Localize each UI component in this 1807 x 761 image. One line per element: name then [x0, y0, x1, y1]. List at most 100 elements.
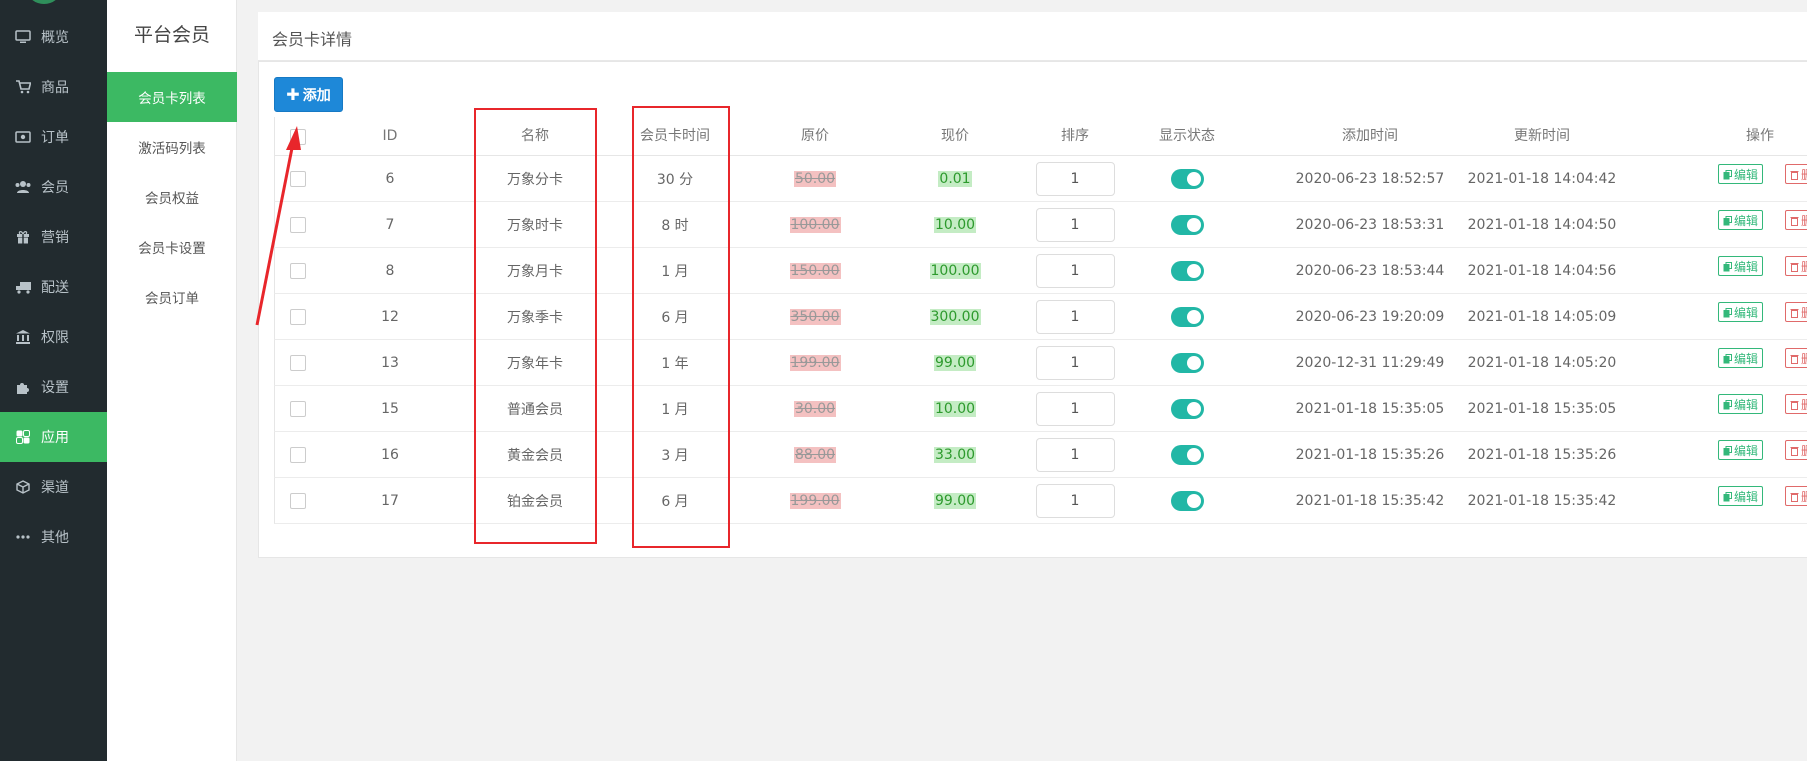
sidebar-item-label: 配送 — [41, 280, 69, 296]
submenu-title: 平台会员 — [133, 24, 210, 46]
row-checkbox[interactable] — [290, 401, 306, 417]
duration-cell: 6 月 — [661, 494, 689, 510]
sidebar-item-channels[interactable]: 渠道 — [0, 462, 107, 512]
column-header-visible: 显示状态 — [1159, 128, 1215, 144]
edit-button[interactable]: 编辑 — [1718, 210, 1764, 230]
sort-input[interactable] — [1035, 438, 1115, 472]
delete-button[interactable]: 删除 — [1785, 348, 1807, 368]
id-cell: 16 — [381, 447, 399, 463]
row-checkbox[interactable] — [290, 217, 306, 233]
edit-button[interactable]: 编辑 — [1718, 348, 1764, 368]
sidebar-item-orders[interactable]: 订单 — [0, 112, 107, 162]
name-cell: 铂金会员 — [507, 494, 563, 510]
original-price: 350.00 — [789, 309, 841, 325]
visibility-toggle[interactable] — [1170, 215, 1204, 235]
current-price: 300.00 — [929, 309, 981, 325]
visibility-toggle[interactable] — [1170, 491, 1204, 511]
row-checkbox-cell — [283, 248, 313, 294]
sort-input[interactable] — [1035, 392, 1115, 426]
sidebar-item-label: 渠道 — [41, 480, 69, 496]
row-checkbox[interactable] — [290, 355, 306, 371]
updated-time-cell: 2021-01-18 15:35:26 — [1467, 447, 1617, 463]
select-all-checkbox[interactable] — [290, 128, 306, 145]
sidebar-item-delivery[interactable]: 配送 — [0, 262, 107, 312]
add-button[interactable]: ✚ 添加 — [274, 77, 343, 112]
row-checkbox[interactable] — [290, 171, 306, 187]
sort-input[interactable] — [1035, 254, 1115, 288]
submenu-item-member-benefits[interactable]: 会员权益 — [107, 172, 237, 222]
edit-button[interactable]: 编辑 — [1718, 256, 1764, 276]
submenu-item-card-list[interactable]: 会员卡列表 — [107, 72, 237, 122]
delete-button[interactable]: 删除 — [1785, 440, 1807, 460]
visibility-toggle[interactable] — [1170, 399, 1204, 419]
delete-button[interactable]: 删除 — [1785, 164, 1807, 184]
delete-button-label: 删除 — [1801, 396, 1807, 413]
original-price-cell: 199.00 — [760, 340, 870, 386]
sort-input[interactable] — [1035, 484, 1115, 518]
current-price: 33.00 — [933, 447, 977, 463]
sidebar-item-other[interactable]: 其他 — [0, 512, 107, 562]
edit-icon — [1723, 215, 1732, 226]
sort-input[interactable] — [1035, 300, 1115, 334]
sidebar-item-apps[interactable]: 应用 — [0, 412, 107, 462]
original-price-cell: 350.00 — [760, 294, 870, 340]
original-price-cell: 88.00 — [760, 432, 870, 478]
submenu-item-activation-codes[interactable]: 激活码列表 — [107, 122, 237, 172]
visibility-toggle[interactable] — [1170, 169, 1204, 189]
visibility-toggle[interactable] — [1170, 307, 1204, 327]
column-header-original-price: 原价 — [801, 128, 829, 144]
delete-button[interactable]: 删除 — [1785, 302, 1807, 322]
trash-icon — [1790, 215, 1799, 226]
card-body: ✚ 添加 ID 名称 会员卡时间 原价 现价 排序 显示状态 添加时间 更新时间… — [258, 61, 1807, 558]
sort-input[interactable] — [1035, 346, 1115, 380]
edit-icon — [1723, 169, 1732, 180]
current-price: 99.00 — [933, 355, 977, 371]
visibility-toggle[interactable] — [1170, 353, 1204, 373]
row-checkbox[interactable] — [290, 493, 306, 509]
actions-cell: 编辑 删除 — [1665, 432, 1807, 478]
duration-cell: 6 月 — [661, 310, 689, 326]
row-checkbox-cell — [283, 386, 313, 432]
sidebar-item-label: 权限 — [41, 330, 69, 346]
submenu-item-member-orders[interactable]: 会员订单 — [107, 272, 237, 322]
sort-input[interactable] — [1035, 208, 1115, 242]
row-checkbox[interactable] — [290, 447, 306, 463]
row-checkbox[interactable] — [290, 309, 306, 325]
visibility-toggle[interactable] — [1170, 445, 1204, 465]
sort-cell — [1020, 156, 1130, 202]
table-row: 15 普通会员 1 月 30.00 10.00 2021-01-18 15:35:05 20… — [274, 386, 1807, 432]
edit-button[interactable]: 编辑 — [1718, 440, 1764, 460]
add-button-label: 添加 — [302, 87, 331, 104]
sidebar-item-overview[interactable]: 概览 — [0, 12, 107, 62]
sidebar-item-marketing[interactable]: 营销 — [0, 212, 107, 262]
delete-button[interactable]: 删除 — [1785, 256, 1807, 276]
gift-icon — [14, 230, 32, 244]
duration-cell: 1 月 — [661, 402, 689, 418]
row-checkbox-cell — [283, 156, 313, 202]
sidebar-item-members[interactable]: 会员 — [0, 162, 107, 212]
row-checkbox[interactable] — [290, 263, 306, 279]
edit-button[interactable]: 编辑 — [1718, 394, 1764, 414]
edit-button[interactable]: 编辑 — [1718, 164, 1764, 184]
created-time-cell: 2021-01-18 15:35:26 — [1295, 447, 1445, 463]
sidebar-item-settings[interactable]: 设置 — [0, 362, 107, 412]
sidebar-item-label: 营销 — [41, 230, 69, 246]
original-price: 199.00 — [789, 493, 841, 509]
sort-input[interactable] — [1035, 162, 1115, 196]
edit-button[interactable]: 编辑 — [1718, 302, 1764, 322]
delete-button-label: 删除 — [1801, 442, 1807, 459]
delete-button[interactable]: 删除 — [1785, 394, 1807, 414]
delete-button[interactable]: 删除 — [1785, 210, 1807, 230]
submenu-item-card-settings[interactable]: 会员卡设置 — [107, 222, 237, 272]
sidebar-item-products[interactable]: 商品 — [0, 62, 107, 112]
visible-cell — [1132, 156, 1242, 202]
current-price-cell: 99.00 — [900, 478, 1010, 524]
updated-time-cell: 2021-01-18 14:04:42 — [1467, 171, 1617, 187]
table-row: 16 黄金会员 3 月 88.00 33.00 2021-01-18 15:35:26 20… — [274, 432, 1807, 478]
edit-button[interactable]: 编辑 — [1718, 486, 1764, 506]
actions-cell: 编辑 删除 — [1665, 340, 1807, 386]
delete-button[interactable]: 删除 — [1785, 486, 1807, 506]
logo — [28, 0, 60, 4]
sidebar-item-permissions[interactable]: 权限 — [0, 312, 107, 362]
visibility-toggle[interactable] — [1170, 261, 1204, 281]
